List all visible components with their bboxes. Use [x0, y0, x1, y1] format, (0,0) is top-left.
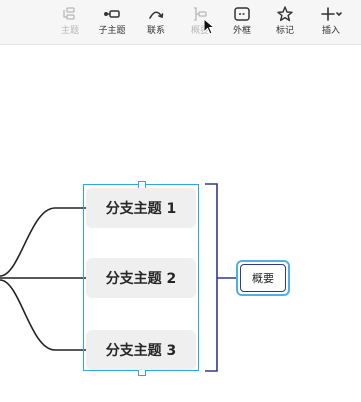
summary-topic-label: 概要 — [240, 264, 286, 292]
branch-topic-2[interactable]: 分支主题 2 — [86, 258, 196, 298]
branch-topic-3[interactable]: 分支主题 3 — [86, 330, 196, 370]
summary-topic[interactable]: 概要 — [236, 260, 290, 296]
branch-topic-1[interactable]: 分支主题 1 — [86, 188, 196, 228]
summary-bracket — [205, 183, 218, 372]
connector-topic-3 — [0, 279, 86, 351]
connector-topic-1 — [0, 207, 86, 277]
